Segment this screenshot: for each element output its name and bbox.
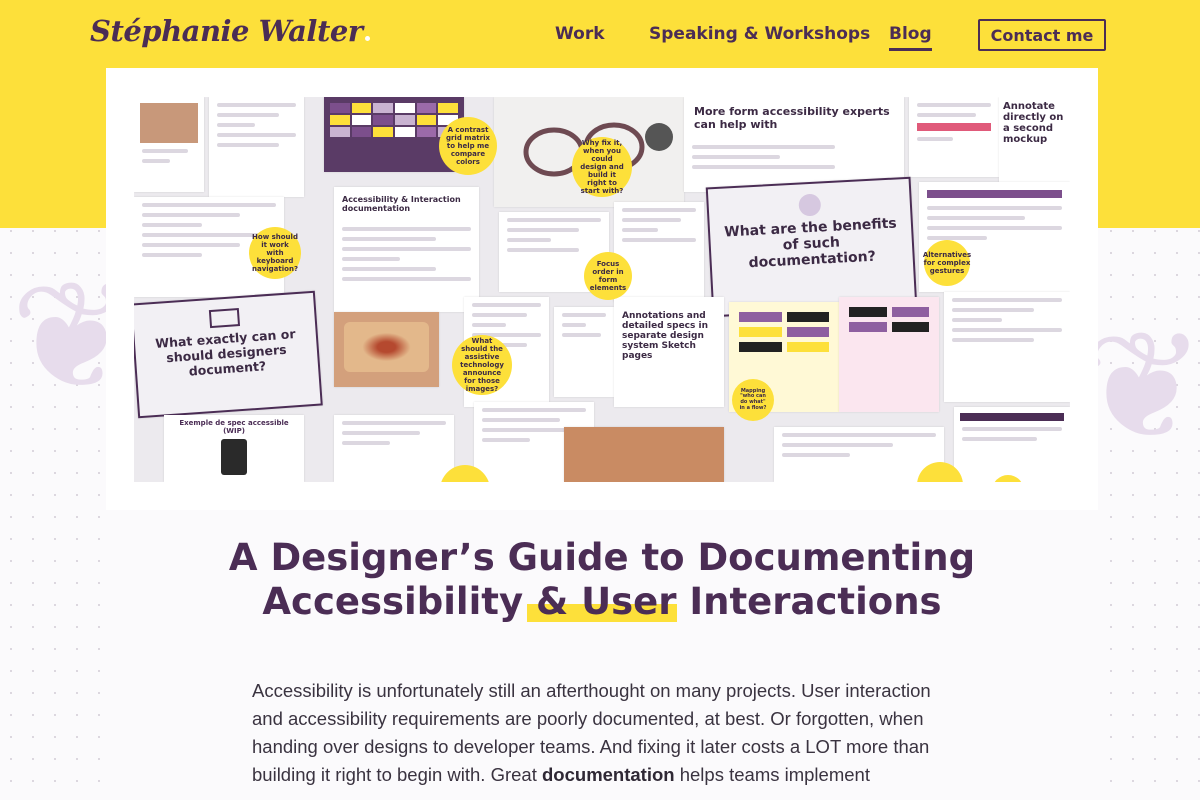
- phone-mockup-icon: [221, 439, 247, 475]
- collage-tile-annotations: Annotations and detailed specs in separa…: [614, 297, 724, 407]
- collage-tile-annotate-second: Annotate directly on a second mockup: [999, 97, 1070, 187]
- nav-link-speaking[interactable]: Speaking & Workshops: [649, 24, 870, 44]
- collage-bubble: How should it work with keyboard navigat…: [249, 227, 301, 279]
- intro-text-continued: helps teams implement: [674, 764, 870, 785]
- collage-tile-pizza-photo-2: [564, 427, 724, 482]
- collage-tile: [134, 97, 204, 192]
- collage-bubble: Alternatives for complex gestures: [923, 240, 971, 286]
- collage-bubble: Why fix it, when you could design and bu…: [572, 137, 632, 197]
- nav-link-blog[interactable]: Blog: [889, 24, 932, 51]
- heart-icon: [797, 193, 821, 217]
- collage-bubble: Focus order in form elements: [584, 252, 632, 300]
- article-intro: Accessibility is unfortunately still an …: [252, 677, 952, 789]
- collage-tile-what-document: What exactly can or should designers doc…: [134, 290, 323, 419]
- collage-bubble: What should the assistive technology ann…: [452, 335, 512, 395]
- leaf-decoration-right-icon: ❦: [1080, 300, 1200, 474]
- collage-tile: [209, 97, 304, 197]
- collage-tile-doc-title: Accessibility & Interaction documentatio…: [334, 187, 479, 312]
- collage-tile: [909, 97, 999, 177]
- collage-tile: [944, 292, 1070, 402]
- collage-tile-sticky-notes-2: [839, 297, 939, 412]
- collage-tile-example-spec: Exemple de spec accessible (WIP): [164, 415, 304, 482]
- collage-tile: [334, 415, 454, 482]
- contact-button[interactable]: Contact me: [978, 19, 1106, 51]
- site-header: Stéphanie Walter Work Speaking & Worksho…: [0, 0, 1200, 68]
- intro-bold-text: documentation: [542, 764, 675, 785]
- page-title: A Designer’s Guide to Documenting Access…: [228, 536, 976, 623]
- hero-image-collage: More form accessibility experts can help…: [134, 97, 1070, 482]
- nav-link-work[interactable]: Work: [555, 24, 605, 44]
- collage-tile-pizza-photo: [334, 312, 439, 387]
- collage-bubble: Mapping "who can do what" in a flow?: [732, 379, 774, 421]
- main-nav: Work Speaking & Workshops Blog Contact m…: [0, 0, 1200, 68]
- collage-bubble: A contrast grid matrix to help me compar…: [439, 117, 497, 175]
- collage-tile: [954, 407, 1070, 482]
- collage-tile: [554, 307, 614, 397]
- folder-icon: [208, 308, 240, 329]
